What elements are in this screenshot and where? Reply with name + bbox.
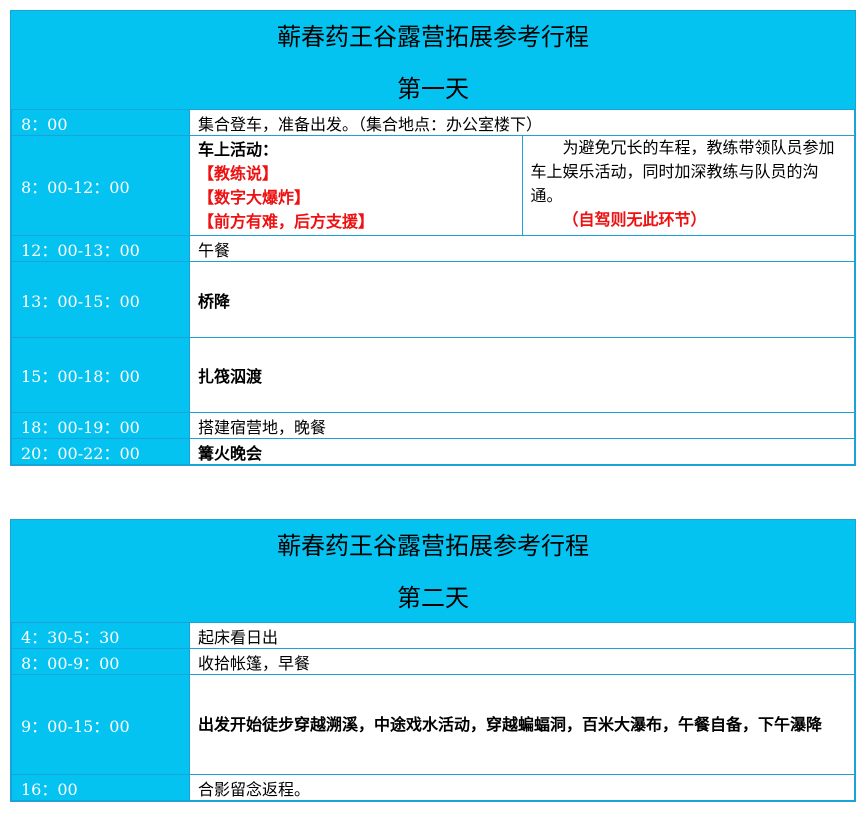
activity-heading: 车上活动： <box>198 139 279 159</box>
activity-cell: 车上活动： 【教练说】 【数字大爆炸】 【前方有难，后方支援】 <box>189 135 523 236</box>
table-row: 13：00-15：00 桥降 <box>11 261 855 338</box>
note-highlight: （自驾则无此环节） <box>562 210 707 229</box>
table-row: 8：00-9：00 收拾帐篷，早餐 <box>11 648 855 675</box>
activity-cell: 起床看日出 <box>189 622 855 649</box>
activity-cell: 扎筏泅渡 <box>189 337 855 413</box>
schedule-day2: 蕲春药王谷露营拓展参考行程 第二天 4：30-5：30 起床看日出 8：00-9… <box>10 519 856 802</box>
time-cell: 16：00 <box>11 774 190 801</box>
time-cell: 8：00-9：00 <box>11 648 190 675</box>
schedule-day1: 蕲春药王谷露营拓展参考行程 第一天 8：00 集合登车，准备出发。（集合地点：办… <box>10 10 856 466</box>
activity-item: 【前方有难，后方支援】 <box>198 211 375 231</box>
activity-cell: 集合登车，准备出发。（集合地点：办公室楼下） <box>189 109 855 136</box>
activity-cell: 桥降 <box>189 261 855 338</box>
activity-item: 【数字大爆炸】 <box>198 187 311 207</box>
schedule-title: 蕲春药王谷露营拓展参考行程 <box>277 532 589 560</box>
time-cell: 15：00-18：00 <box>11 337 190 413</box>
activity-item: 【教练说】 <box>198 163 279 183</box>
time-cell: 18：00-19：00 <box>11 412 190 439</box>
time-cell: 20：00-22：00 <box>11 438 190 465</box>
time-cell: 9：00-15：00 <box>11 674 190 775</box>
activity-cell: 出发开始徒步穿越溯溪，中途戏水活动，穿越蝙蝠洞，百米大瀑布，午餐自备，下午瀑降 <box>189 674 855 775</box>
schedule-header: 蕲春药王谷露营拓展参考行程 第二天 <box>11 520 855 622</box>
table-row: 4：30-5：30 起床看日出 <box>11 622 855 649</box>
time-cell: 4：30-5：30 <box>11 622 190 649</box>
table-row: 18：00-19：00 搭建宿营地，晚餐 <box>11 412 855 439</box>
note-cell: 为避免冗长的车程，教练带领队员参加车上娱乐活动，同时加深教练与队员的沟通。 （自… <box>521 135 855 236</box>
time-cell: 13：00-15：00 <box>11 261 190 338</box>
table-row: 15：00-18：00 扎筏泅渡 <box>11 337 855 413</box>
activity-cell: 合影留念返程。 <box>189 774 855 801</box>
note-text: 为避免冗长的车程，教练带领队员参加车上娱乐活动，同时加深教练与队员的沟通。 <box>530 138 835 205</box>
activity-cell: 篝火晚会 <box>189 438 855 465</box>
table-row: 16：00 合影留念返程。 <box>11 774 855 801</box>
day-label: 第二天 <box>397 584 469 612</box>
activity-cell: 午餐 <box>189 235 855 262</box>
table-row: 8：00 集合登车，准备出发。（集合地点：办公室楼下） <box>11 109 855 136</box>
schedule-header: 蕲春药王谷露营拓展参考行程 第一天 <box>11 11 855 109</box>
table-row: 20：00-22：00 篝火晚会 <box>11 438 855 465</box>
activity-cell: 收拾帐篷，早餐 <box>189 648 855 675</box>
schedule-title: 蕲春药王谷露营拓展参考行程 <box>277 23 589 51</box>
time-cell: 12：00-13：00 <box>11 235 190 262</box>
table-row: 12：00-13：00 午餐 <box>11 235 855 262</box>
time-cell: 8：00 <box>11 109 190 136</box>
time-cell: 8：00-12：00 <box>11 135 190 236</box>
activity-cell: 搭建宿营地，晚餐 <box>189 412 855 439</box>
itinerary-table: 8：00 集合登车，准备出发。（集合地点：办公室楼下） 8：00-12：00 车… <box>11 109 855 465</box>
table-row: 8：00-12：00 车上活动： 【教练说】 【数字大爆炸】 【前方有难，后方支… <box>11 135 855 236</box>
day-label: 第一天 <box>397 75 469 103</box>
table-row: 9：00-15：00 出发开始徒步穿越溯溪，中途戏水活动，穿越蝙蝠洞，百米大瀑布… <box>11 674 855 775</box>
itinerary-table: 4：30-5：30 起床看日出 8：00-9：00 收拾帐篷，早餐 9：00-1… <box>11 622 855 801</box>
